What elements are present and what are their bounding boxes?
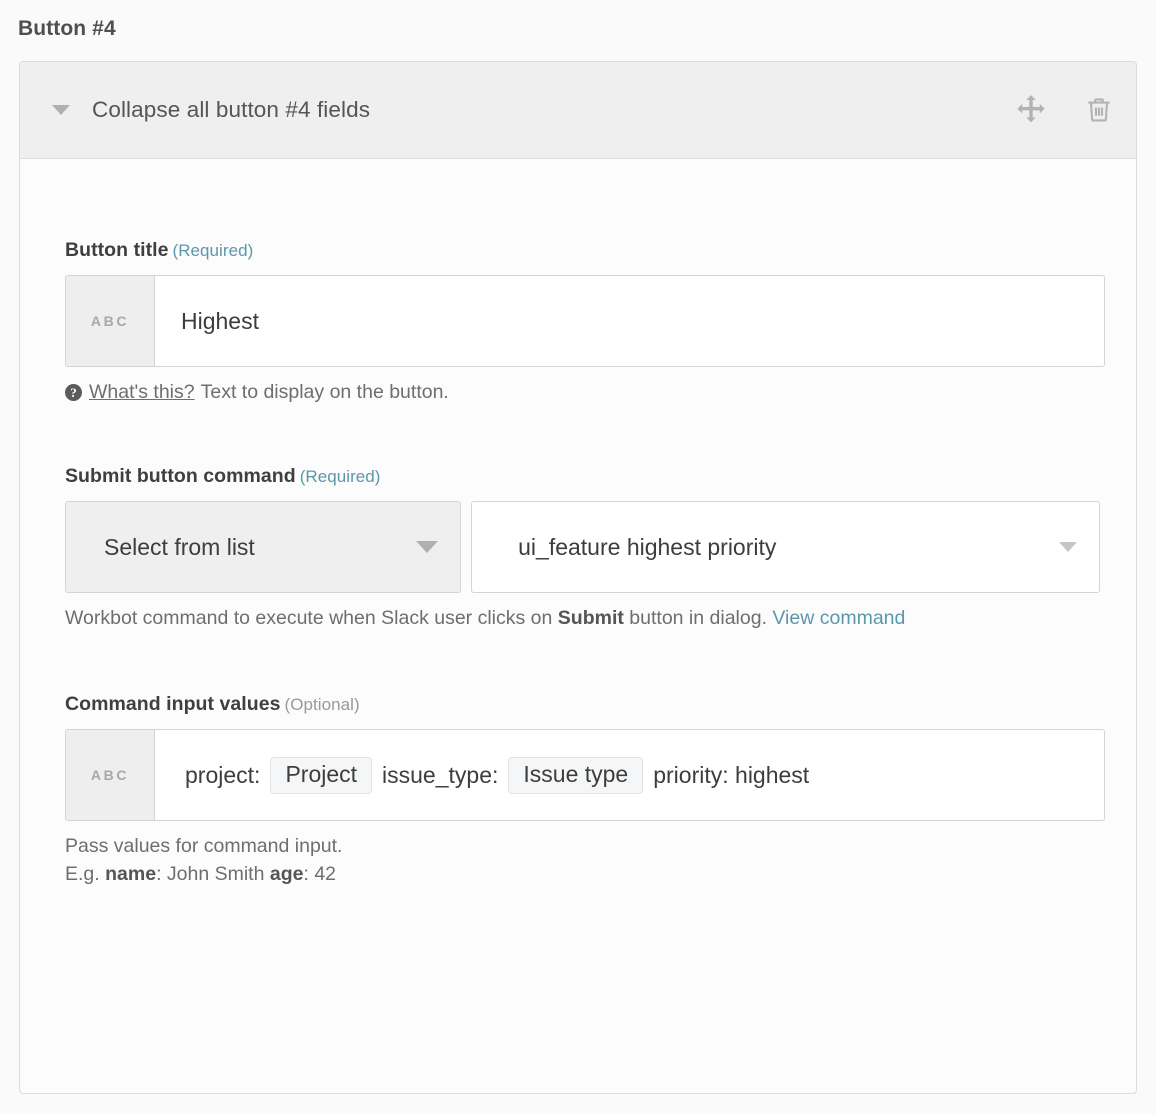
- command-input-values-help: Pass values for command input. E.g. name…: [65, 833, 1065, 888]
- command-source-select[interactable]: Select from list: [65, 501, 461, 593]
- move-arrows-icon[interactable]: [1014, 93, 1048, 127]
- field-label-submit-command: Submit button command(Required): [65, 465, 1100, 488]
- panel-header-actions: [1014, 93, 1114, 127]
- command-input-values-group[interactable]: ABC project: Project issue_type: Issue type…: [65, 729, 1105, 821]
- help-line-2-end: : 42: [303, 863, 336, 885]
- chevron-down-icon: [52, 105, 70, 115]
- field-button-title: Button title(Required) ABC Highest ? Wha…: [20, 239, 1136, 405]
- submit-command-select-row: Select from list ui_feature highest prio…: [65, 501, 1100, 593]
- chevron-down-icon: [1059, 542, 1077, 552]
- field-label-command-input-values: Command input values(Optional): [65, 693, 1100, 716]
- input-value-pill[interactable]: Issue type: [508, 757, 643, 794]
- help-text-prefix: Workbot command to execute when Slack us…: [65, 607, 558, 629]
- page-title: Button #4: [0, 0, 1156, 41]
- help-line-2-key2: age: [270, 863, 304, 885]
- view-command-link[interactable]: View command: [772, 607, 905, 629]
- panel-header: Collapse all button #4 fields: [20, 62, 1136, 159]
- command-source-select-value: Select from list: [104, 534, 416, 561]
- button-title-input-group[interactable]: ABC Highest: [65, 275, 1105, 367]
- input-value-text: issue_type:: [382, 762, 498, 789]
- whats-this-link[interactable]: What's this?: [89, 379, 195, 405]
- field-label-button-title: Button title(Required): [65, 239, 1100, 262]
- button-title-help-row: ? What's this? Text to display on the bu…: [65, 379, 1100, 405]
- button-title-help-text: Text to display on the button.: [201, 379, 449, 405]
- abc-type-indicator: ABC: [66, 276, 155, 366]
- question-mark-icon: ?: [65, 384, 82, 401]
- submit-command-help-text: Workbot command to execute when Slack us…: [65, 605, 1065, 633]
- button-fields-panel: Collapse all button #4 fields But: [19, 61, 1137, 1094]
- help-text-suffix: button in dialog.: [624, 607, 773, 629]
- command-value-select-value: ui_feature highest priority: [518, 534, 1059, 561]
- input-value-text: project:: [185, 762, 260, 789]
- trash-icon[interactable]: [1084, 95, 1114, 125]
- field-label-text: Command input values: [65, 693, 281, 715]
- collapse-all-fields-label: Collapse all button #4 fields: [92, 97, 370, 123]
- field-label-text: Submit button command: [65, 465, 296, 487]
- chevron-down-icon: [416, 541, 438, 553]
- input-value-pill[interactable]: Project: [270, 757, 372, 794]
- field-submit-button-command: Submit button command(Required) Select f…: [20, 465, 1136, 633]
- help-text-bold: Submit: [558, 607, 624, 629]
- required-badge: (Required): [173, 241, 254, 260]
- required-badge: (Required): [300, 467, 381, 486]
- abc-type-indicator: ABC: [66, 730, 155, 820]
- command-input-values-input[interactable]: project: Project issue_type: Issue type prio…: [155, 730, 1104, 820]
- optional-badge: (Optional): [285, 695, 360, 714]
- help-line-2: E.g. name: John Smith age: 42: [65, 861, 1065, 889]
- panel-body: Button title(Required) ABC Highest ? Wha…: [20, 159, 1136, 888]
- field-command-input-values: Command input values(Optional) ABC proje…: [20, 693, 1136, 888]
- help-line-2-prefix: E.g.: [65, 863, 105, 885]
- help-line-2-mid: : John Smith: [156, 863, 270, 885]
- input-value-text: priority: highest: [653, 762, 809, 789]
- field-label-text: Button title: [65, 239, 169, 261]
- help-line-1: Pass values for command input.: [65, 833, 1065, 861]
- command-value-select[interactable]: ui_feature highest priority: [471, 501, 1100, 593]
- collapse-all-fields-toggle[interactable]: Collapse all button #4 fields: [52, 97, 1014, 123]
- button-title-input[interactable]: Highest: [155, 276, 1104, 366]
- help-line-2-key1: name: [105, 863, 156, 885]
